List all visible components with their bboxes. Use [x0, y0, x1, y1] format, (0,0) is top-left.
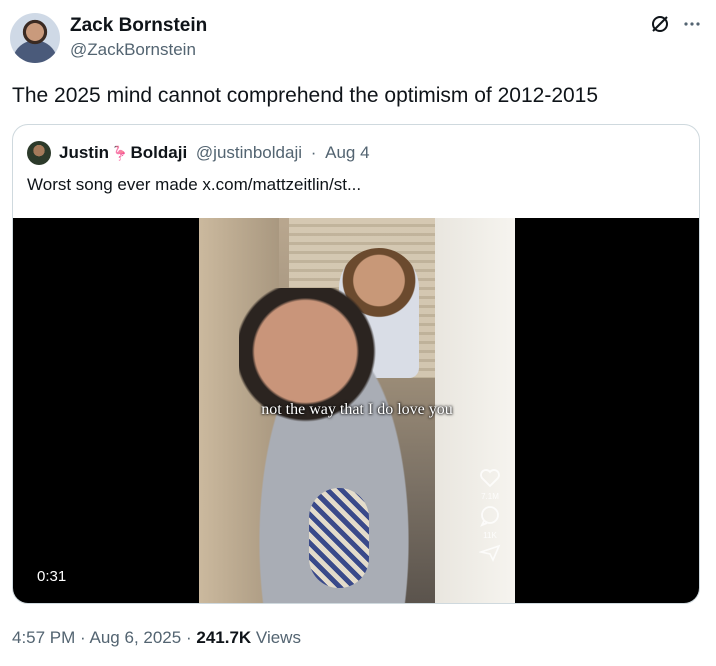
- tweet-actions: [650, 14, 702, 34]
- video-caption: not the way that I do love you: [261, 401, 453, 418]
- grok-icon[interactable]: [650, 14, 670, 34]
- views-label: Views: [255, 628, 301, 647]
- quoted-date[interactable]: Aug 4: [325, 143, 369, 162]
- video-player[interactable]: not the way that I do love you 7.1M 11K …: [13, 218, 699, 603]
- tweet-footer: 4:57 PM · Aug 6, 2025 · 241.7K Views: [12, 628, 301, 648]
- author-handle[interactable]: @ZackBornstein: [70, 40, 196, 60]
- footer-separator: ·: [80, 628, 86, 647]
- quoted-separator: ·: [310, 143, 317, 162]
- author-name[interactable]: Zack Bornstein: [70, 15, 207, 37]
- quoted-name-last[interactable]: Boldaji: [131, 143, 188, 162]
- heart-icon: [480, 469, 500, 488]
- likes-count: 7.1M: [481, 492, 499, 501]
- quoted-name-first[interactable]: Justin: [59, 143, 109, 162]
- quoted-avatar[interactable]: [27, 141, 51, 165]
- comment-icon: [480, 506, 499, 527]
- tweet-time[interactable]: 4:57 PM: [12, 628, 75, 647]
- comments-count: 11K: [483, 531, 497, 540]
- quoted-header: Justin 🦩 Boldaji @justinboldaji · Aug 4: [59, 143, 370, 163]
- quoted-handle[interactable]: @justinboldaji: [196, 143, 302, 162]
- flamingo-emoji: 🦩: [111, 145, 129, 161]
- video-frame: not the way that I do love you 7.1M 11K: [199, 218, 515, 603]
- share-icon: [479, 544, 501, 562]
- footer-separator: ·: [185, 628, 192, 647]
- author-avatar[interactable]: [10, 13, 60, 63]
- video-duration: 0:31: [37, 568, 67, 585]
- tweet-text: The 2025 mind cannot comprehend the opti…: [12, 84, 599, 107]
- views-count: 241.7K: [196, 628, 252, 647]
- video-overlay-icons: 7.1M 11K: [479, 468, 501, 562]
- quoted-tweet[interactable]: Justin 🦩 Boldaji @justinboldaji · Aug 4 Wo…: [12, 124, 700, 604]
- quoted-text: Worst song ever made x.com/mattzeitlin/s…: [27, 175, 362, 194]
- tweet-date[interactable]: Aug 6, 2025: [90, 628, 182, 647]
- more-icon[interactable]: [682, 14, 702, 34]
